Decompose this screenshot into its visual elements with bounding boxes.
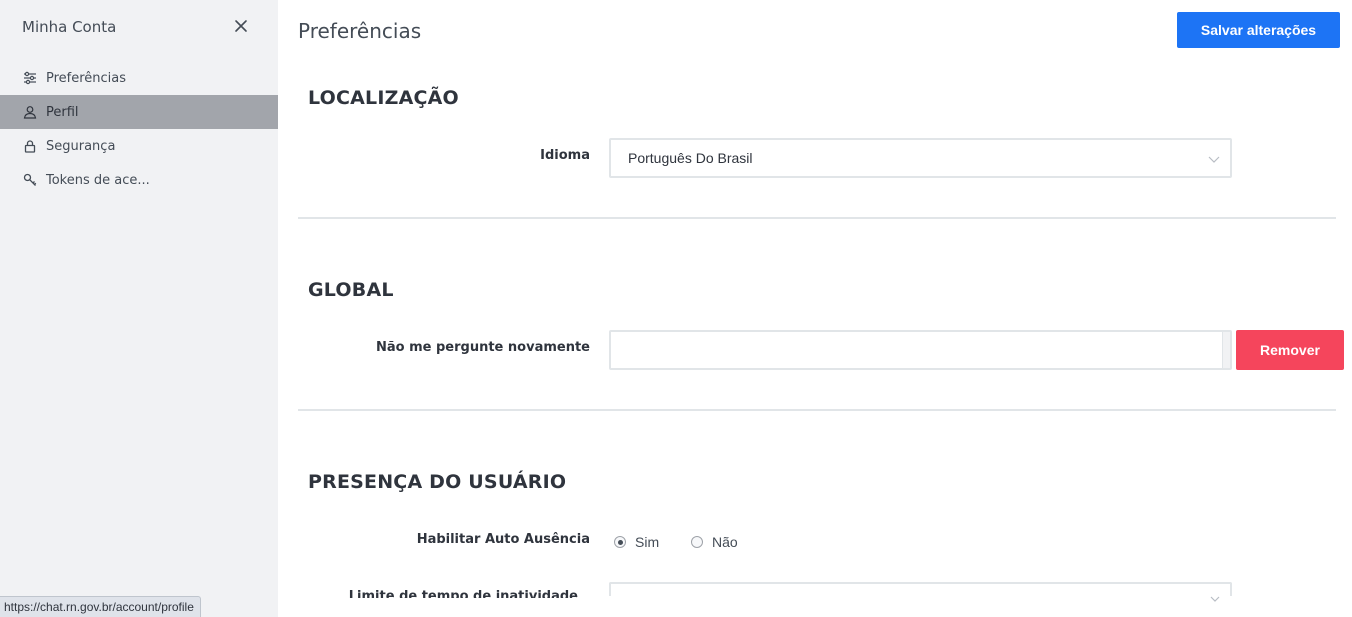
sidebar-item-label: Preferências	[46, 70, 127, 86]
key-icon	[23, 173, 37, 187]
dont-ask-again-label: Não me pergunte novamente	[376, 340, 590, 355]
dont-ask-again-list[interactable]	[609, 330, 1232, 370]
sidebar-item-security[interactable]: Segurança	[0, 129, 278, 163]
radio-unchecked-icon[interactable]	[691, 536, 703, 548]
section-title-localization: LOCALIZAÇÃO	[308, 87, 459, 109]
chevron-down-icon	[1208, 152, 1220, 164]
remove-button[interactable]: Remover	[1236, 330, 1344, 370]
idle-time-limit-select[interactable]	[609, 582, 1232, 602]
user-icon	[23, 105, 37, 119]
idle-time-limit-label: Limite de tempo de inatividade	[348, 590, 578, 598]
section-divider	[298, 409, 1336, 411]
sidebar-item-label: Tokens de ace...	[46, 172, 150, 188]
language-select[interactable]: Português Do Brasil	[609, 138, 1232, 178]
section-divider	[298, 217, 1336, 219]
auto-away-yes-radio[interactable]: Sim	[614, 534, 659, 550]
sliders-icon	[23, 71, 37, 85]
radio-checked-icon[interactable]	[614, 536, 626, 548]
save-changes-button[interactable]: Salvar alterações	[1177, 12, 1340, 48]
sidebar-item-profile[interactable]: Perfil	[0, 95, 278, 129]
auto-away-label: Habilitar Auto Ausência	[416, 532, 590, 547]
preferences-page: Preferências Salvar alterações LOCALIZAÇ…	[278, 0, 1352, 617]
sidebar-header: Minha Conta	[22, 18, 258, 38]
sidebar-title: Minha Conta	[22, 18, 117, 36]
sidebar-item-label: Segurança	[46, 138, 116, 154]
language-label: Idioma	[540, 148, 590, 163]
section-title-global: GLOBAL	[308, 279, 394, 301]
radio-label-no: Não	[712, 534, 738, 550]
lock-icon	[23, 139, 37, 153]
language-select-value: Português Do Brasil	[628, 150, 753, 166]
sidebar-item-label: Perfil	[46, 104, 79, 120]
section-title-user-presence: PRESENÇA DO USUÁRIO	[308, 471, 567, 493]
close-icon[interactable]	[234, 18, 250, 34]
sidebar-nav: Preferências Perfil Segurança Tokens de …	[0, 61, 278, 197]
auto-away-no-radio[interactable]: Não	[691, 534, 738, 550]
sidebar-item-preferences[interactable]: Preferências	[0, 61, 278, 95]
scrollbar[interactable]	[1222, 332, 1230, 368]
page-title: Preferências	[298, 19, 422, 43]
sidebar-item-tokens[interactable]: Tokens de ace...	[0, 163, 278, 197]
chevron-down-icon	[1210, 588, 1220, 602]
status-bar-url: https://chat.rn.gov.br/account/profile	[0, 596, 201, 617]
account-sidebar: Minha Conta Preferências Perfil Seguranç…	[0, 0, 278, 617]
radio-label-yes: Sim	[635, 534, 660, 550]
